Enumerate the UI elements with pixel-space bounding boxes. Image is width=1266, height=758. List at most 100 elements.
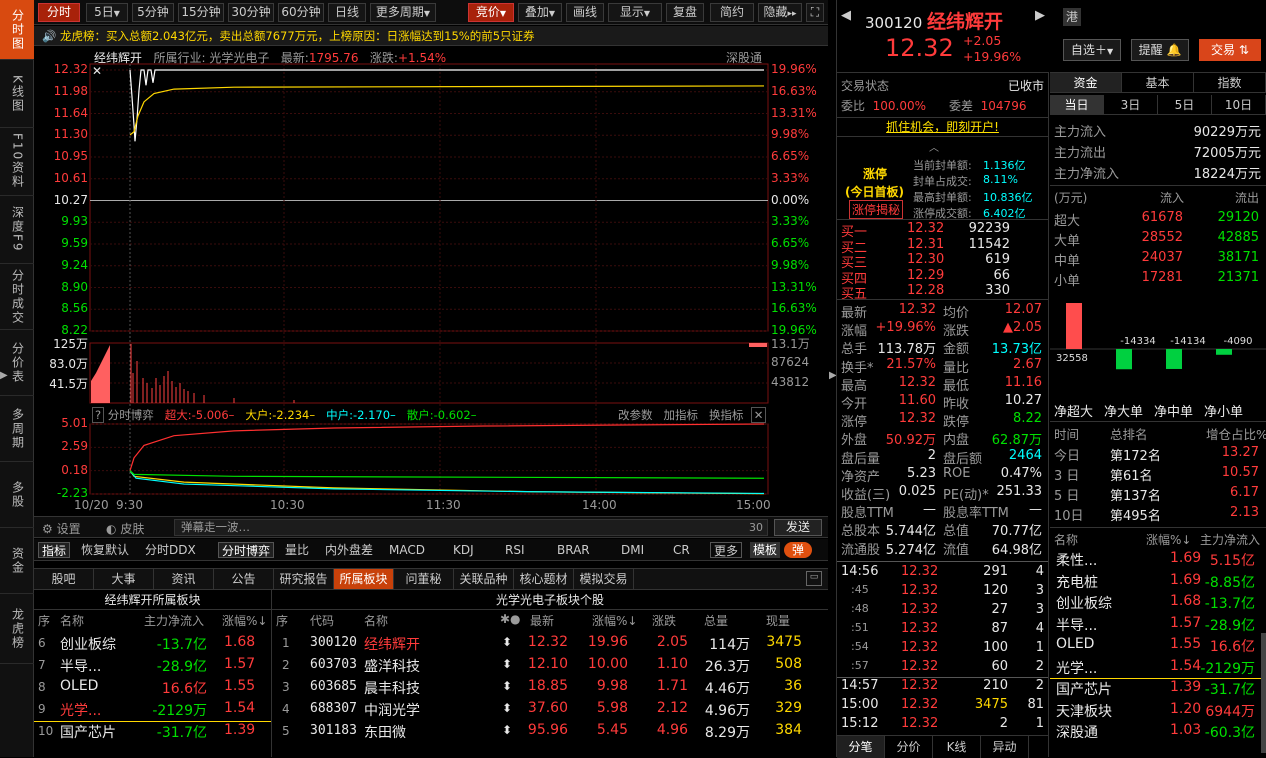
intraday-chart[interactable]: 经纬辉开 所属行业: 光学光电子 最新:1795.76 涨跌:+1.54% 深股…	[34, 46, 828, 516]
fund-tab-2[interactable]: 指数	[1194, 73, 1266, 92]
indicator-8[interactable]: RSI	[502, 542, 528, 558]
tab-ticks[interactable]: 分时成交	[0, 264, 34, 330]
indicator-4[interactable]: 量比	[282, 542, 312, 558]
indicator-11[interactable]: CR	[670, 542, 693, 558]
simple-button[interactable]: 简约	[710, 3, 754, 22]
info-tab-6[interactable]: 问董秘	[394, 569, 454, 589]
info-tab-2[interactable]: 资讯	[154, 569, 214, 589]
info-tab-0[interactable]: 股吧	[34, 569, 94, 589]
open-account-promo[interactable]: 抓住机会，即刻开户!	[837, 117, 1048, 137]
info-tab-1[interactable]: 大事	[94, 569, 154, 589]
tick-tab-3[interactable]: 异动	[981, 736, 1029, 758]
collapse-left-icon[interactable]: ▶	[0, 370, 8, 384]
stock-row[interactable]: 5 301183 东田微 ⬍ 95.96 5.45 4.96 8.29万 384	[272, 722, 828, 744]
help-icon[interactable]: ?	[92, 407, 105, 423]
sector-rank-row[interactable]: 充电桩 1.69 -8.85亿	[1050, 572, 1266, 593]
period-day[interactable]: 日线	[328, 3, 366, 22]
info-tab-3[interactable]: 公告	[214, 569, 274, 589]
display-button[interactable]: 显示▼	[608, 3, 662, 22]
indicator-13[interactable]: 模板	[750, 542, 781, 558]
period-5min[interactable]: 5分钟	[132, 3, 174, 22]
stock-row[interactable]: 1 300120 经纬辉开 ⬍ 12.32 19.96 2.05 114万 3475	[272, 634, 828, 656]
stock-row[interactable]: 2 603703 盛洋科技 ⬍ 12.10 10.00 1.10 26.3万 508	[272, 656, 828, 678]
tick-tab-1[interactable]: 分价	[885, 736, 933, 758]
add-indicator-button[interactable]: 加指标	[663, 408, 698, 422]
tab-depth[interactable]: 深度F9	[0, 196, 34, 264]
tab-multi-period[interactable]: 多周期	[0, 396, 34, 462]
indicator-2[interactable]: 分时DDX	[142, 542, 199, 558]
indicator-0[interactable]: 指标	[38, 542, 71, 558]
fund-period-0[interactable]: 当日	[1050, 95, 1104, 114]
tick-tab-2[interactable]: K线	[933, 736, 981, 758]
info-tab-7[interactable]: 关联品种	[454, 569, 514, 589]
fund-period-2[interactable]: 5日	[1158, 95, 1212, 114]
collapse-up-icon[interactable]: ︿	[929, 139, 939, 154]
sector-rank-row[interactable]: 创业板综 1.68 -13.7亿	[1050, 593, 1266, 614]
indicator-1[interactable]: 恢复默认	[78, 542, 132, 558]
tab-price-table[interactable]: 分价表	[0, 330, 34, 396]
sector-rank-row[interactable]: 光学... 1.54 -2129万	[1050, 658, 1266, 679]
fullscreen-icon[interactable]: ⛶	[806, 3, 824, 22]
fund-tab-0[interactable]: 资金	[1050, 73, 1122, 92]
tick-tab-0[interactable]: 分笔	[837, 736, 885, 758]
tab-intraday[interactable]: 分时图	[0, 0, 34, 60]
tab-f10[interactable]: F10资料	[0, 128, 34, 196]
minimize-icon[interactable]: ▭	[806, 571, 822, 586]
period-5day[interactable]: 5日▼	[86, 3, 128, 22]
indicator-3[interactable]: 分时博弈	[218, 542, 275, 558]
stock-row[interactable]: 3 603685 晨丰科技 ⬍ 18.85 9.98 1.71 4.46万 36	[272, 678, 828, 700]
indicator-12[interactable]: 更多	[710, 542, 743, 558]
replay-button[interactable]: 复盘	[666, 3, 704, 22]
edit-params-button[interactable]: 改参数	[618, 408, 653, 422]
settings-link[interactable]: ⚙ 设置	[42, 520, 81, 537]
period-15min[interactable]: 15分钟	[178, 3, 224, 22]
sector-rank-row[interactable]: 深股通 1.03 -60.3亿	[1050, 722, 1266, 743]
hk-badge[interactable]: 港	[1063, 8, 1081, 26]
fund-period-3[interactable]: 10日	[1212, 95, 1266, 114]
fund-period-1[interactable]: 3日	[1104, 95, 1158, 114]
period-30min[interactable]: 30分钟	[228, 3, 274, 22]
close-indicator-icon[interactable]: ✕	[750, 407, 767, 423]
swap-indicator-button[interactable]: 换指标	[709, 408, 744, 422]
trade-button[interactable]: 交易 ⇅	[1199, 39, 1261, 61]
sector-row[interactable]: 9 光学... -2129万 1.54	[34, 700, 271, 722]
indicator-7[interactable]: KDJ	[450, 542, 477, 558]
stock-row[interactable]: 4 688307 中润光学 ⬍ 37.60 5.98 2.12 4.96万 329	[272, 700, 828, 722]
chart-canvas[interactable]	[34, 46, 828, 516]
sector-rank-row[interactable]: OLED 1.55 16.6亿	[1050, 636, 1266, 657]
sector-rank-row[interactable]: 柔性... 1.69 5.15亿	[1050, 550, 1266, 571]
sector-row[interactable]: 10 国产芯片 -31.7亿 1.39	[34, 722, 271, 744]
prev-stock-icon[interactable]: ◀	[841, 8, 851, 23]
hide-button[interactable]: 隐藏▸▸	[758, 3, 802, 22]
tab-fund[interactable]: 资金	[0, 528, 34, 594]
info-tab-5[interactable]: 所属板块	[334, 569, 394, 589]
overlay-button[interactable]: 叠加▼	[518, 3, 562, 22]
send-button[interactable]: 发送	[774, 519, 822, 536]
skin-link[interactable]: ◐ 皮肤	[106, 520, 144, 537]
info-tab-9[interactable]: 模拟交易	[574, 569, 634, 589]
dragon-tiger-ticker[interactable]: 🔊 龙虎榜：买入总额2.043亿元，卖出总额7677万元，上榜原因：日涨幅达到1…	[34, 26, 828, 46]
period-intraday[interactable]: 分时	[38, 3, 80, 22]
sector-row[interactable]: 6 创业板综 -13.7亿 1.68	[34, 634, 271, 656]
next-stock-icon[interactable]: ▶	[1035, 8, 1045, 23]
indicator-6[interactable]: MACD	[386, 542, 428, 558]
sector-row[interactable]: 8 OLED 16.6亿 1.55	[34, 678, 271, 700]
auction-button[interactable]: 竞价▼	[468, 3, 514, 22]
indicator-14[interactable]: 弹	[784, 542, 813, 558]
tab-multi-stock[interactable]: 多股	[0, 462, 34, 528]
draw-button[interactable]: 画线	[566, 3, 604, 22]
fund-tab-1[interactable]: 基本	[1122, 73, 1194, 92]
info-tab-4[interactable]: 研究报告	[274, 569, 334, 589]
sector-scrollbar[interactable]	[1261, 633, 1266, 753]
close-icon[interactable]: ✕	[92, 64, 102, 78]
indicator-9[interactable]: BRAR	[554, 542, 593, 558]
favorite-button[interactable]: 自选＋▼	[1063, 39, 1121, 61]
info-tab-8[interactable]: 核心题材	[514, 569, 574, 589]
tab-kline[interactable]: K线图	[0, 60, 34, 128]
period-more[interactable]: 更多周期▼	[370, 3, 436, 22]
tab-dragon-tiger[interactable]: 龙虎榜	[0, 594, 34, 664]
sector-rank-row[interactable]: 国产芯片 1.39 -31.7亿	[1050, 679, 1266, 700]
limitup-reveal-button[interactable]: 涨停揭秘	[849, 200, 904, 219]
indicator-10[interactable]: DMI	[618, 542, 647, 558]
sector-rank-row[interactable]: 天津板块 1.20 6944万	[1050, 701, 1266, 722]
